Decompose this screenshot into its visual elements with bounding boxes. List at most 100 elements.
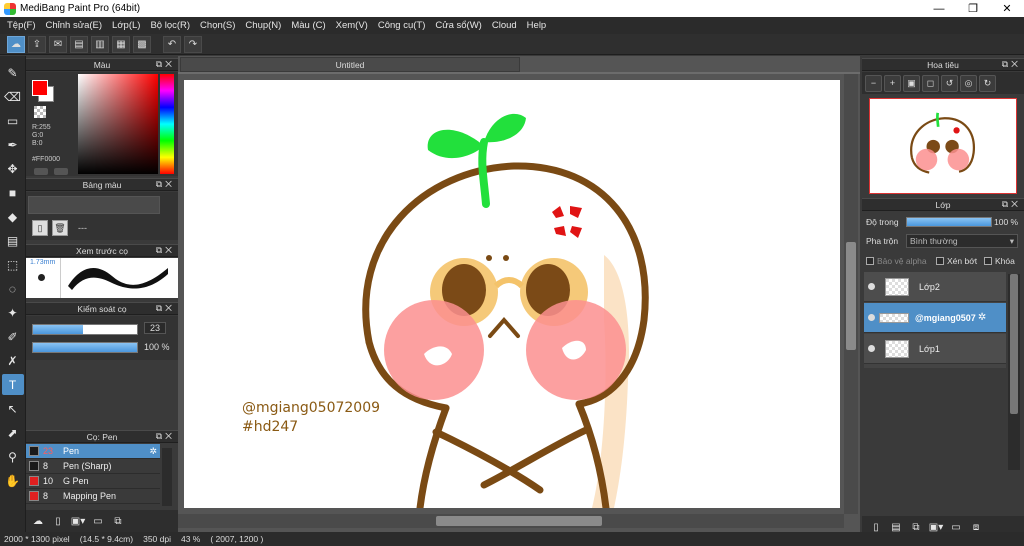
layer-row[interactable]: @mgiang0507 ✲ [864, 303, 1006, 333]
palette-swatches[interactable] [28, 196, 160, 214]
panel-controls[interactable]: ⧉✕ [1002, 199, 1021, 210]
layer-row[interactable]: Lớp1 [864, 334, 1006, 364]
panel-controls[interactable]: ⧉✕ [156, 59, 175, 70]
right-panels: Hoa tiêu ⧉✕ − + ▣ ◻ ↺ ◎ ↻ Lớp ⧉✕ Độ tron… [862, 56, 1024, 538]
select-icon[interactable]: ⬚ [2, 254, 24, 275]
visibility-icon[interactable] [868, 283, 875, 290]
redo-button[interactable]: ↷ [184, 35, 202, 53]
brush-item[interactable]: 10 G Pen [26, 474, 160, 489]
brush-item[interactable]: 8 Pen (Sharp) [26, 459, 160, 474]
rotate-left-icon[interactable]: ↺ [941, 74, 958, 92]
panel-controls[interactable]: ⧉✕ [1002, 59, 1021, 70]
menu-layer[interactable]: Lớp(L) [107, 20, 145, 31]
rotate-right-icon[interactable]: ↻ [979, 74, 996, 92]
zoom-out-icon[interactable]: − [865, 74, 882, 92]
new-palette-icon[interactable]: ▯ [32, 220, 48, 236]
document-tab[interactable]: Untitled [180, 57, 520, 72]
menu-help[interactable]: Help [522, 20, 552, 31]
gradient-icon[interactable]: ▤ [2, 230, 24, 251]
visibility-icon[interactable] [868, 314, 875, 321]
delete-palette-icon[interactable]: 🗑 [52, 220, 68, 236]
cloud-icon[interactable]: ☁ [7, 35, 25, 53]
document-icon[interactable]: ▤ [70, 35, 88, 53]
gear-icon[interactable]: ✲ [978, 312, 986, 323]
brush-list-scrollbar[interactable] [162, 448, 172, 506]
brush-opacity-slider[interactable] [32, 342, 138, 353]
brush-folder-icon[interactable]: ▭ [90, 513, 106, 529]
visibility-icon[interactable] [868, 345, 875, 352]
layout-icon[interactable]: ▩ [133, 35, 151, 53]
dropper-icon[interactable]: ⚲ [2, 446, 24, 467]
layer-list-scrollbar[interactable] [1008, 274, 1020, 470]
protect-alpha-checkbox[interactable]: Bảo vệ alpha [866, 256, 927, 266]
menu-snap[interactable]: Chụp(N) [240, 20, 286, 31]
select-eraser-icon[interactable]: ✗ [2, 350, 24, 371]
rotate-reset-icon[interactable]: ◎ [960, 74, 977, 92]
comment-icon[interactable]: ✉ [49, 35, 67, 53]
color-mode-button[interactable] [34, 168, 48, 175]
text-icon[interactable]: T [1, 374, 24, 395]
fit-icon[interactable]: ▣ [903, 74, 920, 92]
brush-list: 23 Pen ✲ 8 Pen (Sharp) 10 G Pen 8 Mapping Pen [26, 444, 178, 506]
move-icon[interactable]: ✥ [2, 158, 24, 179]
transparent-color-swatch[interactable] [34, 106, 46, 118]
menu-select[interactable]: Chọn(S) [195, 20, 240, 31]
foreground-color-swatch[interactable] [32, 80, 48, 96]
pen-tool-icon[interactable]: ✒ [2, 134, 24, 155]
actual-size-icon[interactable]: ◻ [922, 74, 939, 92]
saturation-value-picker[interactable] [78, 74, 158, 174]
panel-controls[interactable]: ⧉✕ [156, 179, 175, 190]
duplicate-brush-icon[interactable]: ⧉ [110, 513, 126, 529]
operation-icon[interactable]: ↖ [2, 398, 24, 419]
zoom-in-icon[interactable]: + [884, 74, 901, 92]
close-button[interactable]: ✕ [990, 0, 1024, 17]
menu-cloud[interactable]: Cloud [487, 20, 522, 31]
clipping-checkbox[interactable]: Xén bớt [936, 256, 977, 266]
drawing-canvas[interactable]: @mgiang05072009 #hd247 [184, 80, 840, 508]
layer-opacity-slider[interactable] [906, 217, 992, 227]
brush-size-slider[interactable] [32, 324, 138, 335]
lock-checkbox[interactable]: Khóa [984, 256, 1015, 266]
panel-controls[interactable]: ⧉✕ [156, 303, 175, 314]
brush-item[interactable]: 8 Mapping Pen [26, 489, 160, 504]
hand-icon[interactable]: ✋ [2, 470, 24, 491]
panel-title: Lớp [935, 199, 951, 210]
menu-window[interactable]: Cửa sổ(W) [430, 20, 486, 31]
brush-item[interactable]: 23 Pen ✲ [26, 444, 160, 459]
navigator-thumbnail[interactable] [869, 98, 1017, 194]
cloud-brush-icon[interactable]: ☁ [30, 513, 46, 529]
bucket-icon[interactable]: ◆ [2, 206, 24, 227]
panel-controls[interactable]: ⧉✕ [156, 245, 175, 256]
blend-mode-select[interactable]: Bình thường ▾ [906, 234, 1018, 248]
gear-icon[interactable]: ✲ [149, 446, 157, 457]
select-pen-icon[interactable]: ✐ [2, 326, 24, 347]
eraser-icon[interactable]: ⌫ [2, 86, 24, 107]
menu-file[interactable]: Tệp(F) [2, 20, 41, 31]
new-brush-icon[interactable]: ▯ [50, 513, 66, 529]
undo-button[interactable]: ↶ [163, 35, 181, 53]
hue-slider[interactable] [160, 74, 174, 174]
eyedropper-icon[interactable]: ⬈ [2, 422, 24, 443]
lasso-icon[interactable]: ◌ [2, 278, 24, 299]
menu-view[interactable]: Xem(V) [331, 20, 373, 31]
brush-icon[interactable]: ✎ [2, 62, 24, 83]
menu-tools[interactable]: Công cụ(T) [373, 20, 431, 31]
menu-edit[interactable]: Chỉnh sửa(E) [41, 20, 108, 31]
magic-wand-icon[interactable]: ✦ [2, 302, 24, 323]
canvas-horizontal-scrollbar[interactable] [178, 514, 844, 528]
brush-options-icon[interactable]: ▣▾ [70, 513, 86, 529]
brush-size-value[interactable]: 23 [144, 322, 167, 334]
menu-filter[interactable]: Bộ lọc(R) [145, 20, 195, 31]
grid-icon[interactable]: ▦ [112, 35, 130, 53]
menu-color[interactable]: Màu (C) [286, 20, 330, 31]
fill-rect-icon[interactable]: ■ [2, 182, 24, 203]
canvas-vertical-scrollbar[interactable] [844, 74, 858, 514]
page-icon[interactable]: ▥ [91, 35, 109, 53]
rectangle-icon[interactable]: ▭ [2, 110, 24, 131]
share-icon[interactable]: ⇪ [28, 35, 46, 53]
layer-row[interactable]: Lớp2 [864, 272, 1006, 302]
minimize-button[interactable]: — [922, 0, 956, 17]
color-history-button[interactable] [54, 168, 68, 175]
panel-controls[interactable]: ⧉✕ [156, 431, 175, 442]
maximize-button[interactable]: ❐ [956, 0, 990, 17]
